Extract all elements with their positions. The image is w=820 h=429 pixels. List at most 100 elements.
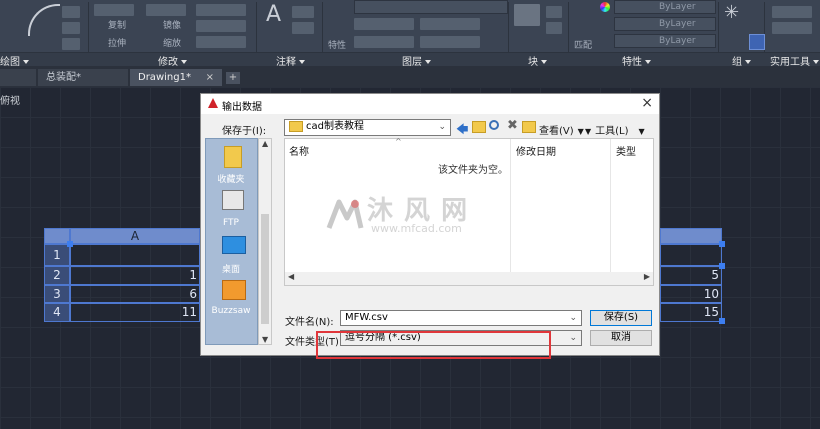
arc-tool-icon[interactable]	[28, 4, 60, 36]
save-in-value: cad制表教程	[306, 121, 364, 132]
layer-tool-button[interactable]	[420, 18, 480, 30]
move-tool-button[interactable]	[94, 4, 134, 16]
favorites-icon[interactable]	[224, 146, 242, 168]
layer-properties-label[interactable]: 特性	[328, 38, 346, 51]
table-cell: 5	[660, 266, 722, 285]
chevron-down-icon: ⌄	[438, 122, 446, 132]
text-tool-icon[interactable]: A	[266, 2, 281, 27]
up-folder-icon[interactable]	[472, 121, 486, 133]
scale-tool-label[interactable]: 缩放	[163, 36, 181, 49]
scroll-left-icon[interactable]: ◀	[288, 272, 294, 281]
table-cell: 11	[70, 303, 200, 322]
search-web-icon[interactable]	[489, 120, 499, 130]
filename-value: MFW.csv	[345, 312, 388, 323]
lineweight-combo[interactable]: ByLayer	[614, 34, 716, 48]
tab-close-icon[interactable]: ×	[206, 69, 214, 86]
tab-assembly[interactable]: 总装配*	[38, 69, 128, 86]
empty-folder-message: 该文件夹为空。	[438, 165, 508, 176]
column-divider[interactable]	[510, 139, 511, 272]
cancel-button[interactable]: 取消	[590, 330, 652, 346]
layer-combo[interactable]	[354, 0, 508, 14]
tools-menu[interactable]: ▼ 工具(L) ▼	[585, 122, 645, 137]
close-icon[interactable]: ×	[641, 95, 653, 111]
buzzsaw-icon[interactable]	[222, 280, 246, 300]
dialog-title: 输出数据	[222, 102, 262, 113]
scroll-right-icon[interactable]: ▶	[644, 272, 650, 281]
desktop-icon[interactable]	[222, 236, 246, 254]
utility-tool-button[interactable]	[772, 22, 812, 34]
places-scrollbar[interactable]: ▲ ▼	[258, 138, 272, 345]
table-cell: 1	[70, 266, 200, 285]
block-tool-button[interactable]	[546, 6, 562, 18]
color-combo[interactable]: ByLayer	[614, 0, 716, 14]
tab-drawing1[interactable]: Drawing1* ×	[130, 69, 222, 86]
new-tab-button[interactable]: +	[226, 72, 240, 84]
place-favorites[interactable]: 收藏夹	[206, 172, 256, 185]
table-row-number: 3	[44, 285, 70, 303]
scroll-down-icon[interactable]: ▼	[262, 335, 268, 344]
filename-label: 文件名(N):	[285, 317, 334, 328]
autocad-logo-icon	[208, 98, 218, 108]
save-button[interactable]: 保存(S)	[590, 310, 652, 326]
sort-arrow-icon: ^	[395, 137, 402, 146]
layer-tool-button[interactable]	[420, 36, 480, 48]
block-tool-button[interactable]	[546, 22, 562, 34]
modify-tool-button[interactable]	[196, 36, 246, 48]
new-folder-icon[interactable]	[522, 121, 536, 133]
file-list[interactable]: 名称 ^ 修改日期 类型 该文件夹为空。 ◀ ▶	[284, 137, 654, 286]
layer-tool-button[interactable]	[354, 36, 414, 48]
horizontal-scrollbar[interactable]: ◀ ▶	[285, 272, 653, 285]
view-menu[interactable]: 查看(V) ▼	[539, 122, 584, 137]
table-row-number: 1	[44, 244, 70, 266]
dimension-tool-button[interactable]	[292, 6, 314, 18]
modify-tool-button[interactable]	[196, 20, 246, 32]
table-grip-handle[interactable]	[719, 241, 725, 247]
insert-block-button[interactable]	[514, 4, 540, 26]
delete-icon[interactable]: ✖	[507, 118, 518, 133]
table-cell	[70, 244, 200, 266]
color-wheel-icon[interactable]	[600, 2, 610, 12]
stretch-tool-label[interactable]: 拉伸	[108, 36, 126, 49]
save-in-combo[interactable]: cad制表教程 ⌄	[284, 119, 451, 136]
ribbon-separator	[256, 2, 257, 54]
match-properties-label[interactable]: 匹配	[574, 38, 592, 51]
scroll-up-icon[interactable]: ▲	[262, 139, 268, 148]
place-buzzsaw[interactable]: Buzzsaw	[206, 306, 256, 316]
dialog-title-bar[interactable]: 输出数据 ×	[201, 94, 659, 114]
layer-tool-button[interactable]	[354, 18, 414, 30]
table-grip-handle[interactable]	[719, 263, 725, 269]
table-row-number: 2	[44, 266, 70, 285]
leader-tool-button[interactable]	[292, 22, 314, 34]
column-divider[interactable]	[610, 139, 611, 272]
filename-input[interactable]: MFW.csv ⌄	[340, 310, 582, 326]
modify-tool-button[interactable]	[146, 4, 186, 16]
copy-tool-label[interactable]: 复制	[108, 18, 126, 31]
modify-tool-button[interactable]	[196, 4, 246, 16]
place-ftp[interactable]: FTP	[206, 218, 256, 228]
linetype-combo-value: ByLayer	[659, 19, 696, 29]
column-modified[interactable]: 修改日期	[516, 143, 556, 158]
place-desktop[interactable]: 桌面	[206, 262, 256, 275]
column-type[interactable]: 类型	[616, 143, 636, 158]
draw-tool-button[interactable]	[62, 6, 80, 18]
scrollbar-thumb[interactable]	[261, 214, 269, 324]
table-cell	[660, 244, 722, 266]
tab-start[interactable]	[0, 69, 36, 86]
table-cell: 6	[70, 285, 200, 303]
table-grip-handle[interactable]	[67, 241, 73, 247]
ribbon-separator	[718, 2, 719, 54]
draw-tool-button[interactable]	[62, 22, 80, 34]
select-mode-icon[interactable]	[749, 34, 765, 50]
viewport-label[interactable]: 俯视	[0, 92, 20, 107]
column-name[interactable]: 名称	[289, 143, 309, 158]
linetype-combo[interactable]: ByLayer	[614, 17, 716, 31]
mirror-tool-label[interactable]: 镜像	[163, 18, 181, 31]
table-grip-handle[interactable]	[719, 318, 725, 324]
save-in-label: 保存于(I):	[222, 126, 267, 137]
measure-tool-button[interactable]	[772, 6, 812, 18]
ftp-icon[interactable]	[222, 190, 244, 210]
draw-tool-button[interactable]	[62, 38, 80, 50]
group-icon[interactable]: ✳	[724, 4, 742, 22]
table-cell: 10	[660, 285, 722, 303]
ribbon-separator	[322, 2, 323, 54]
